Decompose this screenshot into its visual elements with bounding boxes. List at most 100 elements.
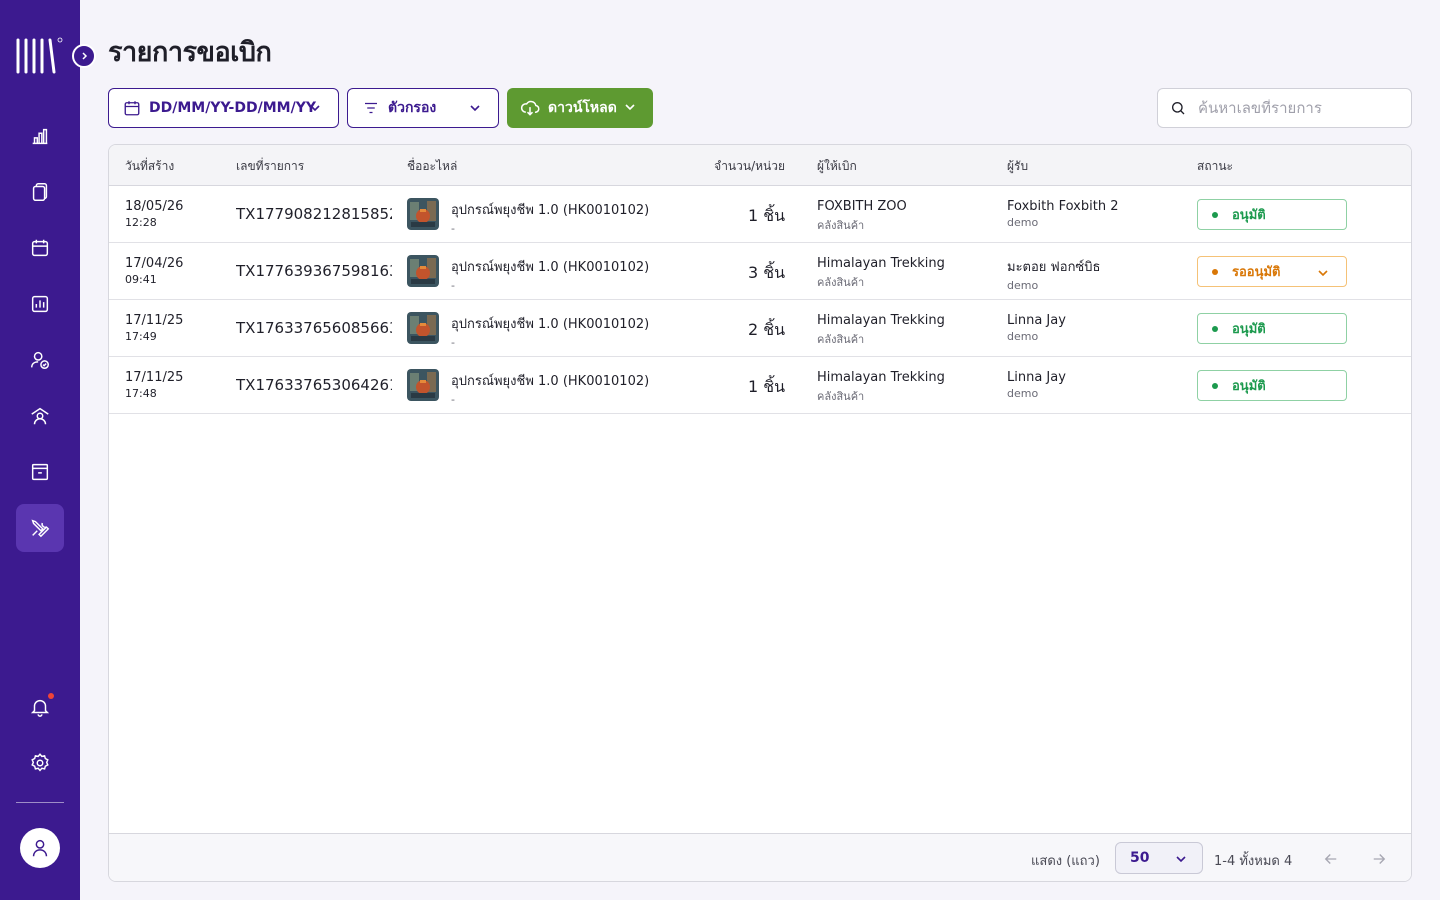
tenant-icon <box>31 407 49 425</box>
date-range-label: DD/MM/YY-DD/MM/YY <box>149 100 316 116</box>
nav-dashboard[interactable] <box>16 112 64 160</box>
chevron-down-icon <box>1318 270 1328 277</box>
nav-tenant[interactable] <box>16 392 64 440</box>
prev-page-button[interactable] <box>1320 848 1342 870</box>
transaction-id: TX1779082128158525 <box>236 205 392 223</box>
arrow-left-icon <box>1324 854 1337 864</box>
created-date: 17/11/25 <box>125 313 184 328</box>
download-button[interactable]: ดาวน์โหลด <box>507 88 653 128</box>
requester-sub: คลังสินค้า <box>817 219 865 232</box>
part-cell: อุปกรณ์พยุงชีพ 1.0 (HK0010102) - <box>451 199 649 235</box>
created-cell: 17/04/26 09:41 <box>125 256 183 286</box>
filter-label: ตัวกรอง <box>388 100 437 116</box>
requester-cell: Himalayan Trekking คลังสินค้า <box>817 313 945 348</box>
nav-settings[interactable] <box>16 739 64 787</box>
part-thumbnail <box>407 255 439 287</box>
status-badge: อนุมัติ <box>1197 370 1347 401</box>
table-row[interactable]: 17/11/25 17:48 TX1763376530642614 อุปกรณ… <box>109 357 1411 414</box>
table-row[interactable]: 17/11/25 17:49 TX1763376560856630 อุปกรณ… <box>109 300 1411 357</box>
receiver-cell: Linna Jay demo <box>1007 370 1066 400</box>
receiver-name: Foxbith Foxbith 2 <box>1007 199 1119 214</box>
download-label: ดาวน์โหลด <box>548 100 617 116</box>
nav-notifications[interactable] <box>16 683 64 731</box>
requester-sub: คลังสินค้า <box>817 390 865 403</box>
created-time: 17:48 <box>125 387 157 400</box>
status-dot <box>1212 268 1218 275</box>
created-cell: 18/05/26 12:28 <box>125 199 183 229</box>
created-date: 18/05/26 <box>125 199 184 214</box>
search-box <box>1157 88 1412 128</box>
part-name: อุปกรณ์พยุงชีพ 1.0 (HK0010102) <box>451 260 650 275</box>
user-icon <box>32 839 48 857</box>
table-row[interactable]: 17/04/26 09:41 TX1776393675981632 อุปกรณ… <box>109 243 1411 300</box>
sidebar-toggle-button[interactable] <box>72 44 96 68</box>
transaction-id: TX1763376560856630 <box>236 319 392 337</box>
nav-tools[interactable] <box>16 504 64 552</box>
chevron-down-icon <box>1176 856 1186 863</box>
quantity: 2 ชิ้น <box>747 320 785 339</box>
status-dot <box>1212 211 1218 218</box>
rows-per-page-label: แสดง (แถว) <box>1031 854 1100 869</box>
quantity: 1 ชิ้น <box>747 377 785 396</box>
next-page-button[interactable] <box>1368 848 1390 870</box>
part-sub: - <box>451 336 455 349</box>
chevron-down-icon <box>310 105 320 112</box>
status-dropdown[interactable]: รออนุมัติ <box>1197 256 1347 287</box>
brand-logo <box>16 36 64 76</box>
status-dot <box>1212 382 1218 389</box>
part-cell: อุปกรณ์พยุงชีพ 1.0 (HK0010102) - <box>451 370 649 406</box>
requester-cell: Himalayan Trekking คลังสินค้า <box>817 370 945 405</box>
quantity: 3 ชิ้น <box>747 263 785 282</box>
part-thumbnail <box>407 198 439 230</box>
notification-dot <box>48 693 54 699</box>
rows-per-page-select[interactable]: 50 <box>1115 842 1203 874</box>
created-time: 17:49 <box>125 330 157 343</box>
tools-icon <box>31 519 50 538</box>
requester-cell: Himalayan Trekking คลังสินค้า <box>817 256 945 291</box>
created-cell: 17/11/25 17:49 <box>125 313 183 343</box>
requisition-table: วันที่สร้าง เลขที่รายการ ชื่ออะไหล่ จำนว… <box>108 144 1412 882</box>
filter-button[interactable]: ตัวกรอง <box>347 88 499 128</box>
gear-icon <box>31 753 49 772</box>
requester-sub: คลังสินค้า <box>817 276 865 289</box>
nav-calendar[interactable] <box>16 224 64 272</box>
receiver-sub: demo <box>1007 330 1039 343</box>
filter-icon <box>365 102 377 114</box>
cloud-download-icon <box>520 100 540 116</box>
status-label: อนุมัติ <box>1232 208 1266 223</box>
nav-documents[interactable] <box>16 168 64 216</box>
column-part: ชื่ออะไหล่ <box>407 159 458 173</box>
chevron-right-icon <box>82 52 88 60</box>
date-range-button[interactable]: DD/MM/YY-DD/MM/YY <box>108 88 339 128</box>
calendar-icon <box>124 101 140 116</box>
status-label: รออนุมัติ <box>1232 265 1281 280</box>
nav-report[interactable] <box>16 280 64 328</box>
nav-users[interactable] <box>16 336 64 384</box>
requester-name: Himalayan Trekking <box>817 313 945 328</box>
quantity: 1 ชิ้น <box>747 206 785 225</box>
status-badge: อนุมัติ <box>1197 313 1347 344</box>
dashboard-icon <box>32 128 48 145</box>
documents-icon <box>32 183 48 201</box>
report-icon <box>31 295 49 313</box>
column-receiver: ผู้รับ <box>1007 159 1029 173</box>
receiver-name: มะตอย ฟอกซ์บิธ <box>1007 260 1101 275</box>
transaction-id: TX1763376530642614 <box>236 376 392 394</box>
part-sub: - <box>451 393 455 406</box>
avatar[interactable] <box>20 828 60 868</box>
table-row[interactable]: 18/05/26 12:28 TX1779082128158525 อุปกรณ… <box>109 186 1411 243</box>
part-name: อุปกรณ์พยุงชีพ 1.0 (HK0010102) <box>451 203 650 218</box>
part-sub: - <box>451 279 455 292</box>
receiver-sub: demo <box>1007 279 1039 292</box>
nav-archive[interactable] <box>16 448 64 496</box>
transaction-id: TX1776393675981632 <box>236 262 392 280</box>
sidebar-divider <box>16 802 64 803</box>
created-date: 17/04/26 <box>125 256 184 271</box>
created-time: 12:28 <box>125 216 157 229</box>
part-cell: อุปกรณ์พยุงชีพ 1.0 (HK0010102) - <box>451 256 649 292</box>
requester-name: Himalayan Trekking <box>817 370 945 385</box>
pagination-bar: แสดง (แถว) 50 1-4 ทั้งหมด 4 <box>109 833 1411 881</box>
search-input[interactable] <box>1198 99 1398 117</box>
created-date: 17/11/25 <box>125 370 184 385</box>
rows-per-page-value: 50 <box>1130 850 1150 866</box>
